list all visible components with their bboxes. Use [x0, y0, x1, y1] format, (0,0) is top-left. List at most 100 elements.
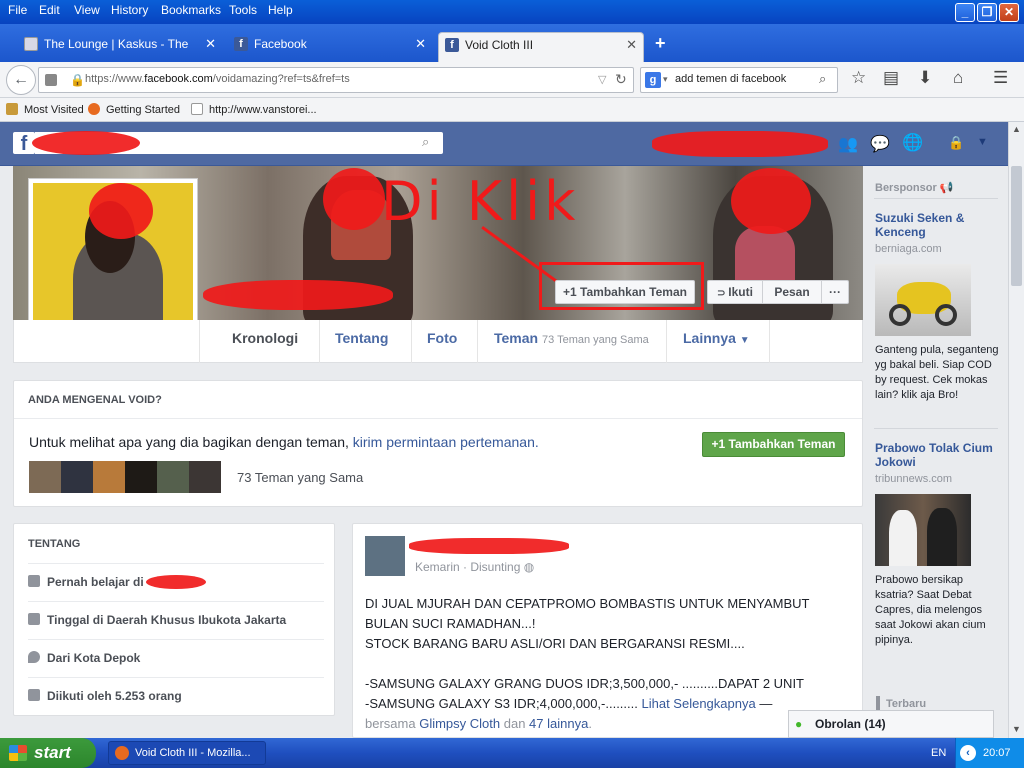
see-more-link[interactable]: Lihat Selengkapnya [642, 696, 756, 711]
menu-file[interactable]: File [8, 3, 27, 17]
close-tab-icon[interactable]: ✕ [205, 32, 216, 56]
more-options-button[interactable]: ··· [821, 280, 849, 304]
ticker-label[interactable]: Terbaru [886, 698, 926, 710]
post-line-text: -SAMSUNG GALAXY S3 IDR;4,000,000,-......… [365, 696, 638, 711]
know-card-text: Untuk melihat apa yang dia bagikan denga… [29, 434, 539, 450]
ad-image-motorbike[interactable] [875, 264, 971, 336]
engine-dropdown-icon[interactable]: ▾ [663, 74, 668, 85]
about-row-hometown[interactable]: Dari Kota Depok [28, 639, 324, 677]
tab-kaskus[interactable]: The Lounge | Kaskus - The La... ✕ [18, 32, 222, 75]
message-button[interactable]: Pesan [762, 280, 822, 304]
notifications-globe-icon[interactable]: 🌐 [902, 133, 923, 153]
new-tab-button[interactable]: + [655, 33, 666, 54]
tab-timeline[interactable]: Kronologi [232, 330, 298, 346]
nav-divider [319, 320, 320, 363]
dropdown-icon[interactable]: ▽ [598, 73, 606, 86]
add-friend-icon: +1 [563, 285, 581, 299]
ad-image-news[interactable] [875, 494, 971, 566]
friend-thumb[interactable] [125, 461, 157, 493]
chat-tab[interactable]: ● Obrolan (14) [788, 710, 994, 738]
add-friend-button[interactable]: +1 Tambahkan Teman [555, 280, 695, 304]
close-tab-icon[interactable]: ✕ [626, 33, 637, 57]
tagged-others-link[interactable]: 47 lainnya [529, 716, 588, 731]
language-indicator[interactable]: EN [931, 747, 946, 759]
follow-button[interactable]: ⊃ Ikuti [707, 280, 763, 304]
post-author-avatar[interactable] [365, 536, 405, 576]
send-request-link[interactable]: kirim permintaan pertemanan. [353, 434, 539, 450]
friend-thumb[interactable] [93, 461, 125, 493]
about-row-education[interactable]: Pernah belajar di [28, 563, 324, 601]
folder-icon [6, 103, 18, 115]
url-bar[interactable]: 🔒 https://www.facebook.com/voidamazing?r… [38, 67, 634, 93]
vertical-scrollbar[interactable]: ▲ ▼ [1008, 122, 1024, 738]
tagged-user-link[interactable]: Glimpsy Cloth [419, 716, 500, 731]
location-pin-icon [28, 651, 40, 663]
about-row-followers[interactable]: Diikuti oleh 5.253 orang [28, 677, 324, 715]
bookmark-most-visited[interactable]: Most Visited [6, 103, 84, 116]
scrollbar-thumb[interactable] [1011, 166, 1022, 286]
sponsored-label: Bersponsor [875, 182, 937, 194]
search-bar[interactable]: g ▾ add temen di facebook ⌕ [640, 67, 838, 93]
tray-arrow-icon[interactable]: ‹ [960, 745, 976, 761]
messages-icon[interactable]: 💬 [870, 134, 890, 154]
url-text[interactable]: https://www.facebook.com/voidamazing?ref… [85, 73, 350, 85]
menu-view[interactable]: View [74, 3, 100, 17]
figure-shape [889, 510, 917, 566]
menu-history[interactable]: History [111, 3, 148, 17]
scroll-up-icon[interactable]: ▲ [1012, 124, 1021, 134]
clock[interactable]: 20:07 [983, 747, 1011, 759]
friend-requests-icon[interactable]: 👥 [838, 134, 858, 154]
bookmark-getting-started[interactable]: Getting Started [88, 103, 180, 116]
friend-thumb[interactable] [29, 461, 61, 493]
friend-thumb[interactable] [157, 461, 189, 493]
settings-dropdown-icon[interactable]: ▼ [977, 136, 988, 148]
about-row-residence[interactable]: Tinggal di Daerah Khusus Ibukota Jakarta [28, 601, 324, 639]
reading-list-icon[interactable]: ▤ [883, 68, 899, 88]
close-window-button[interactable]: ✕ [999, 3, 1019, 22]
scroll-down-icon[interactable]: ▼ [1012, 724, 1021, 734]
downloads-icon[interactable]: ⬇ [918, 68, 932, 88]
menu-help[interactable]: Help [268, 3, 293, 17]
google-icon[interactable]: g [645, 72, 661, 88]
privacy-lock-icon[interactable]: 🔒 [948, 135, 964, 151]
back-button[interactable]: ← [6, 65, 36, 95]
tab-more[interactable]: Lainnya ▼ [683, 330, 750, 346]
ad-title[interactable]: Prabowo Tolak Cium Jokowi [875, 441, 999, 469]
profile-photo [33, 183, 193, 343]
post-meta[interactable]: Kemarin · Disunting ◍ [415, 560, 534, 574]
tab-photos[interactable]: Foto [427, 330, 457, 346]
post-tagged: bersama Glimpsy Cloth dan 47 lainnya. [365, 714, 855, 734]
menu-bookmarks[interactable]: Bookmarks [161, 3, 221, 17]
school-icon [28, 575, 40, 587]
nav-divider [477, 320, 478, 363]
tab-about[interactable]: Tentang [335, 330, 388, 346]
bookmark-label: http://www.vanstorei... [209, 104, 317, 116]
sponsored-heading: Bersponsor 📢 [875, 181, 954, 194]
search-icon[interactable]: ⌕ [422, 134, 429, 150]
menu-tools[interactable]: Tools [229, 3, 257, 17]
post-line: BULAN SUCI RAMADHAN...! [365, 616, 536, 631]
tab-friends[interactable]: Teman 73 Teman yang Sama [494, 330, 649, 346]
bookmark-vanstore[interactable]: http://www.vanstorei... [191, 103, 317, 116]
facebook-top-bar: f ⌕ 👥 💬 🌐 🔒 ▼ [0, 122, 1008, 166]
reload-icon[interactable]: ↻ [615, 71, 627, 88]
restore-button[interactable]: ❐ [977, 3, 997, 22]
tab-void-cloth[interactable]: f Void Cloth III ✕ [438, 32, 644, 62]
search-input[interactable]: add temen di facebook [675, 73, 786, 85]
add-friend-green-button[interactable]: +1 Tambahkan Teman [702, 432, 845, 457]
tab-facebook[interactable]: f Facebook ✕ [228, 32, 432, 62]
bookmark-star-icon[interactable]: ☆ [851, 68, 866, 88]
hamburger-menu-icon[interactable]: ☰ [993, 68, 1008, 88]
start-button[interactable]: start [0, 738, 96, 768]
menu-edit[interactable]: Edit [39, 3, 60, 17]
close-tab-icon[interactable]: ✕ [415, 32, 426, 56]
friend-thumb[interactable] [189, 461, 221, 493]
home-icon[interactable]: ⌂ [953, 68, 963, 88]
search-icon[interactable]: ⌕ [819, 71, 826, 87]
mutual-friends-text[interactable]: 73 Teman yang Sama [237, 470, 363, 485]
taskbar-item-firefox[interactable]: Void Cloth III - Mozilla... [108, 741, 266, 765]
minimize-button[interactable]: _ [955, 3, 975, 22]
ad-title[interactable]: Suzuki Seken & Kenceng [875, 211, 999, 239]
friend-thumb[interactable] [61, 461, 93, 493]
about-row-text: Pernah belajar di [47, 575, 144, 589]
